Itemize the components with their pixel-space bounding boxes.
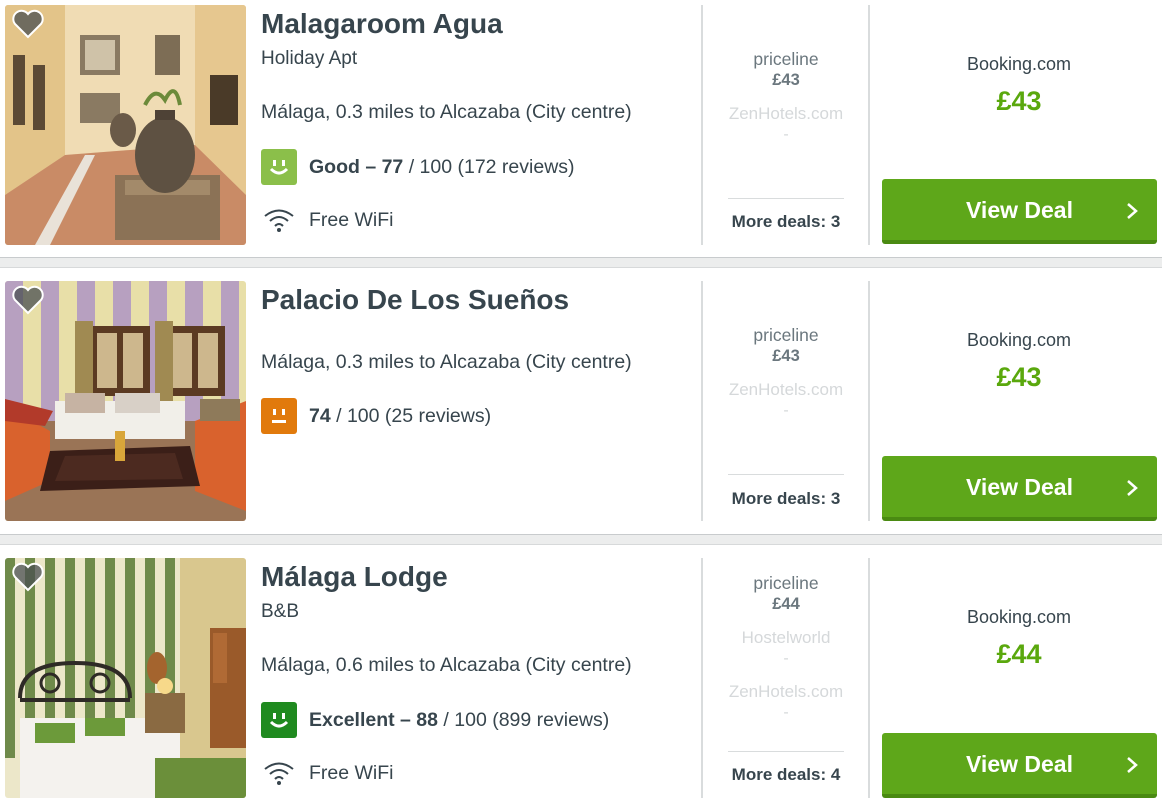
amenity-wifi: Free WiFi (263, 208, 394, 232)
provider-item[interactable]: ZenHotels.com - (704, 380, 868, 420)
hotel-name[interactable]: Malagaroom Agua (261, 8, 503, 40)
provider-item[interactable]: ZenHotels.com - (704, 104, 868, 144)
hotel-card-3[interactable]: Málaga Lodge B&B Málaga, 0.6 miles to Al… (0, 553, 1162, 808)
column-divider (701, 5, 703, 245)
provider-list: priceline £43 ZenHotels.com - (704, 325, 868, 420)
provider-item[interactable]: priceline £44 (704, 573, 868, 614)
provider-list: priceline £43 ZenHotels.com - (704, 49, 868, 144)
view-deal-label: View Deal (966, 474, 1073, 500)
card-separator (0, 534, 1162, 545)
wifi-icon (264, 209, 294, 232)
view-deal-label: View Deal (966, 197, 1073, 223)
chevron-right-icon (1127, 480, 1138, 496)
accommodation-type: B&B (261, 601, 300, 622)
heart-icon[interactable] (11, 9, 45, 39)
provider-name: priceline (753, 325, 819, 345)
rating-row[interactable]: 74 / 100 (25 reviews) (261, 398, 491, 434)
bedroom-photo (5, 558, 246, 798)
hotel-location: Málaga, 0.3 miles to Alcazaba (City cent… (261, 351, 632, 373)
best-deal-provider: Booking.com (966, 54, 1072, 74)
view-deal-button[interactable]: View Deal (882, 733, 1157, 798)
more-deals-divider (728, 198, 844, 199)
more-deals-link[interactable]: More deals: 3 (704, 489, 868, 509)
best-deal-price[interactable]: £43 (882, 86, 1156, 117)
column-divider (868, 558, 870, 798)
best-deal-price[interactable]: £43 (882, 362, 1156, 393)
amenity-wifi: Free WiFi (263, 761, 394, 785)
provider-price: - (783, 704, 789, 721)
neutral-face-icon (261, 398, 297, 434)
provider-item[interactable]: priceline £43 (704, 325, 868, 366)
amenity-label: Free WiFi (309, 208, 394, 231)
view-deal-button[interactable]: View Deal (882, 179, 1157, 244)
more-deals-link[interactable]: More deals: 4 (704, 765, 868, 785)
hotel-photo[interactable] (5, 281, 246, 521)
provider-name: ZenHotels.com (728, 104, 844, 123)
provider-price: £44 (772, 595, 800, 613)
column-divider (868, 281, 870, 521)
heart-icon[interactable] (11, 285, 45, 315)
rating-detail: / 100 (25 reviews) (330, 404, 492, 427)
provider-name: Hostelworld (741, 628, 831, 647)
lounge-photo (5, 281, 246, 521)
hotel-card-1[interactable]: Malagaroom Agua Holiday Apt Málaga, 0.3 … (0, 0, 1162, 257)
provider-list: priceline £44 Hostelworld - ZenHotels.co… (704, 573, 868, 722)
chevron-right-icon (1127, 757, 1138, 773)
happy-face-icon (261, 149, 297, 185)
provider-price: - (783, 126, 789, 143)
accommodation-type: Holiday Apt (261, 48, 358, 69)
column-divider (868, 5, 870, 245)
rating-row[interactable]: Good – 77 / 100 (172 reviews) (261, 149, 575, 185)
hotel-name[interactable]: Málaga Lodge (261, 561, 448, 593)
more-deals-divider (728, 751, 844, 752)
rating-score: 74 (309, 404, 331, 427)
hotel-location: Málaga, 0.3 miles to Alcazaba (City cent… (261, 101, 632, 123)
provider-name: ZenHotels.com (728, 682, 844, 701)
best-deal-provider: Booking.com (966, 330, 1072, 350)
provider-name: ZenHotels.com (728, 380, 844, 399)
provider-item[interactable]: ZenHotels.com - (704, 682, 868, 722)
card-separator (0, 257, 1162, 268)
rating-detail: / 100 (172 reviews) (403, 155, 575, 178)
hotel-location: Málaga, 0.6 miles to Alcazaba (City cent… (261, 654, 632, 676)
rating-row[interactable]: Excellent – 88 / 100 (899 reviews) (261, 702, 609, 738)
wifi-icon (264, 762, 294, 785)
column-divider (701, 281, 703, 521)
rating-detail: / 100 (899 reviews) (438, 708, 610, 731)
hotel-name[interactable]: Palacio De Los Sueños (261, 284, 569, 316)
provider-name: priceline (753, 49, 819, 69)
best-deal-provider: Booking.com (966, 607, 1072, 627)
courtyard-photo (5, 5, 246, 245)
provider-price: £43 (772, 347, 800, 365)
rating-score: Excellent – 88 (309, 708, 438, 731)
more-deals-divider (728, 474, 844, 475)
happy-face-icon (261, 702, 297, 738)
rating-score: Good – 77 (309, 155, 404, 178)
view-deal-button[interactable]: View Deal (882, 456, 1157, 521)
more-deals-link[interactable]: More deals: 3 (704, 212, 868, 232)
provider-price: - (783, 650, 789, 667)
amenity-label: Free WiFi (309, 761, 394, 784)
provider-item[interactable]: priceline £43 (704, 49, 868, 90)
provider-price: - (783, 402, 789, 419)
hotel-photo[interactable] (5, 5, 246, 245)
hotel-card-2[interactable]: Palacio De Los Sueños Málaga, 0.3 miles … (0, 276, 1162, 534)
chevron-right-icon (1127, 203, 1138, 219)
hotel-photo[interactable] (5, 558, 246, 798)
provider-name: priceline (753, 573, 819, 593)
column-divider (701, 558, 703, 798)
view-deal-label: View Deal (966, 751, 1073, 777)
provider-price: £43 (772, 71, 800, 89)
heart-icon[interactable] (11, 562, 45, 592)
best-deal-price[interactable]: £44 (882, 639, 1156, 670)
provider-item[interactable]: Hostelworld - (704, 628, 868, 668)
